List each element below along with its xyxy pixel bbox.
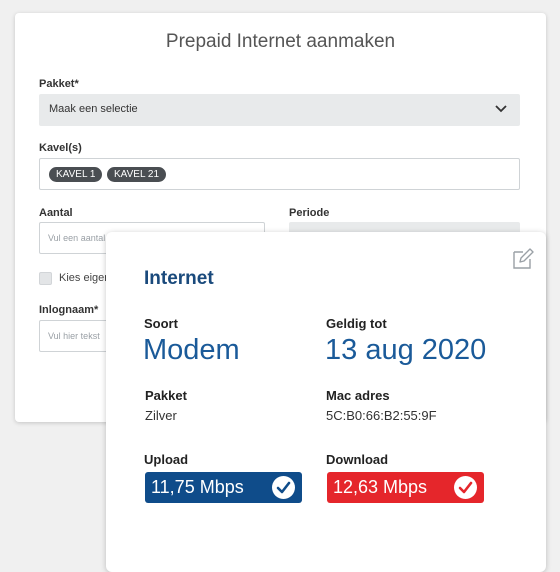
soort-label: Soort — [144, 316, 178, 331]
internet-detail-card: Internet Soort Modem Geldig tot 13 aug 2… — [106, 232, 546, 572]
download-label: Download — [326, 452, 389, 467]
geldig-tot-label: Geldig tot — [326, 316, 387, 331]
pakket-select-value: Maak een selectie — [49, 103, 138, 115]
upload-label: Upload — [144, 452, 189, 467]
kavels-field[interactable]: KAVEL 1 KAVEL 21 — [39, 158, 520, 190]
mac-adres-label: Mac adres — [326, 388, 390, 403]
periode-label: Periode — [289, 207, 330, 219]
kies-eigen-label: Kies eigen — [59, 272, 111, 284]
upload-value: 11,75 Mbps — [151, 477, 244, 497]
mac-adres-value: 5C:B0:66:B2:55:9F — [326, 408, 437, 423]
chevron-down-icon — [495, 105, 507, 113]
upload-badge: 11,75 Mbps — [145, 472, 302, 503]
download-value: 12,63 Mbps — [333, 477, 428, 497]
soort-value: Modem — [143, 334, 240, 366]
inlognaam-placeholder: Vul hier tekst — [48, 331, 100, 341]
kavel-tag[interactable]: KAVEL 21 — [107, 167, 167, 182]
card-title: Internet — [144, 268, 214, 289]
pakket-select[interactable]: Maak een selectie — [39, 94, 520, 126]
kavels-label: Kavel(s) — [39, 142, 82, 154]
download-badge: 12,63 Mbps — [327, 472, 484, 503]
kies-eigen-checkbox[interactable] — [39, 272, 52, 285]
check-circle-icon — [454, 476, 477, 499]
aantal-placeholder: Vul een aantal — [48, 233, 106, 243]
form-title: Prepaid Internet aanmaken — [165, 31, 396, 52]
kavel-tag[interactable]: KAVEL 1 — [49, 167, 103, 182]
pakket-label: Pakket* — [39, 78, 79, 90]
pakket-value: Zilver — [145, 408, 177, 423]
check-circle-icon — [272, 476, 295, 499]
geldig-tot-value: 13 aug 2020 — [325, 334, 487, 366]
edit-icon[interactable] — [511, 247, 535, 271]
aantal-label: Aantal — [39, 207, 73, 219]
inlognaam-label: Inlognaam* — [39, 304, 99, 316]
pakket-label: Pakket — [145, 388, 187, 403]
